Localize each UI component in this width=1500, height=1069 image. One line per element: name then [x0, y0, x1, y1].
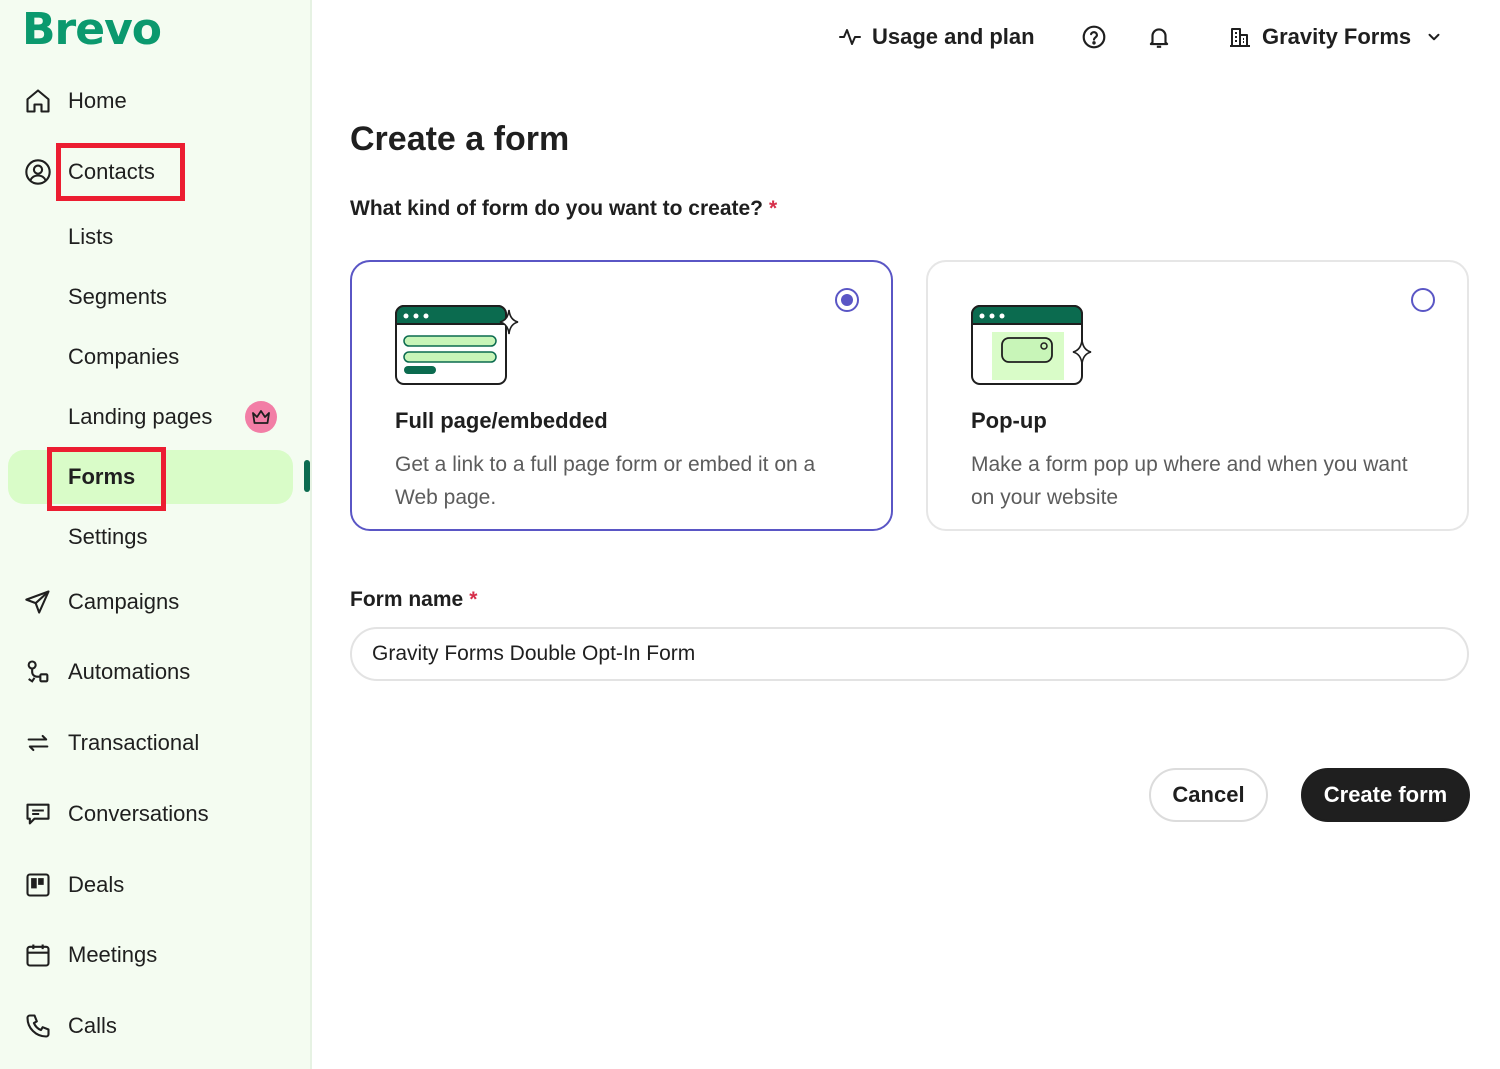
- sidebar-item-label: Campaigns: [68, 589, 180, 614]
- sidebar-item-conversations[interactable]: Conversations: [0, 789, 300, 839]
- option-title: Pop-up: [971, 408, 1047, 433]
- option-description: Make a form pop up where and when you wa…: [971, 453, 1408, 509]
- sidebar-item-home[interactable]: Home: [0, 76, 300, 126]
- required-mark: *: [769, 197, 778, 220]
- sidebar-item-label: Meetings: [68, 942, 158, 967]
- phone-icon: [22, 1010, 54, 1042]
- paper-plane-icon: [22, 586, 54, 618]
- help-icon: [1082, 25, 1106, 49]
- option-title: Full page/embedded: [395, 408, 608, 433]
- sidebar-item-meetings[interactable]: Meetings: [0, 930, 300, 980]
- sidebar-item-deals[interactable]: Deals: [0, 860, 300, 910]
- usage-and-plan-label: Usage and plan: [872, 24, 1035, 49]
- calendar-icon: [22, 939, 54, 971]
- sidebar-item-label: Transactional: [68, 730, 200, 755]
- sidebar-item-forms[interactable]: Forms: [8, 450, 293, 504]
- crown-icon: [245, 401, 277, 433]
- account-label: Gravity Forms: [1262, 24, 1412, 49]
- account-switcher[interactable]: Gravity Forms: [1228, 20, 1443, 54]
- required-mark: *: [469, 588, 478, 611]
- kanban-icon: [22, 869, 54, 901]
- sidebar-item-label: Automations: [68, 659, 191, 684]
- sidebar-item-label: Segments: [68, 284, 168, 309]
- form-name-input[interactable]: [350, 627, 1469, 681]
- page-title: Create a form: [350, 120, 570, 158]
- sidebar-item-campaigns[interactable]: Campaigns: [0, 577, 300, 627]
- sidebar-item-label: Contacts: [68, 159, 155, 184]
- question-text: What kind of form do you want to create?: [350, 197, 764, 220]
- sidebar-item-companies[interactable]: Companies: [0, 332, 300, 382]
- sidebar-item-calls[interactable]: Calls: [0, 1001, 300, 1051]
- notifications-button[interactable]: [1146, 20, 1182, 54]
- active-indicator: [304, 460, 310, 492]
- usage-and-plan-button[interactable]: Usage and plan: [838, 20, 1035, 54]
- sidebar-item-landing-pages[interactable]: Landing pages: [0, 392, 300, 442]
- form-name-label: Form name *: [350, 588, 477, 612]
- sidebar-item-lists[interactable]: Lists: [0, 212, 300, 262]
- option-description: Get a link to a full page form or embed …: [395, 453, 816, 509]
- sidebar-item-label: Landing pages: [68, 404, 213, 429]
- full-page-form-illustration: [395, 305, 519, 385]
- bell-icon: [1149, 28, 1169, 48]
- sidebar-item-contacts[interactable]: Contacts: [0, 147, 300, 197]
- option-radio-popup[interactable]: [1411, 288, 1435, 312]
- sidebar-item-label: Home: [68, 88, 127, 113]
- sidebar-item-automations[interactable]: Automations: [0, 647, 300, 697]
- sidebar-item-label: Conversations: [68, 801, 209, 826]
- sidebar-item-label: Forms: [68, 464, 136, 489]
- cancel-button[interactable]: Cancel: [1149, 768, 1268, 822]
- activity-icon: [839, 29, 861, 45]
- chevron-down-icon: [1428, 33, 1440, 41]
- user-circle-icon: [22, 156, 54, 188]
- sidebar-item-label: Lists: [68, 224, 114, 249]
- brevo-logo[interactable]: Brevo: [22, 4, 162, 55]
- sidebar-item-segments[interactable]: Segments: [0, 272, 300, 322]
- sidebar-item-settings[interactable]: Settings: [0, 512, 300, 562]
- popup-form-illustration: [971, 305, 1092, 385]
- sidebar: Brevo Home Contacts Lists Segments Compa…: [0, 0, 312, 1069]
- help-button[interactable]: [1081, 20, 1117, 54]
- automation-icon: [22, 656, 54, 688]
- sidebar-item-label: Deals: [68, 872, 125, 897]
- radio-selected-dot: [841, 294, 853, 306]
- create-form-button[interactable]: Create form: [1301, 768, 1470, 822]
- option-radio-full-page[interactable]: [835, 288, 859, 312]
- option-card-full-page[interactable]: Full page/embedded Get a link to a full …: [350, 260, 893, 531]
- sidebar-item-label: Calls: [68, 1013, 117, 1038]
- building-icon: [1230, 28, 1250, 47]
- arrows-exchange-icon: [22, 727, 54, 759]
- sidebar-item-label: Companies: [68, 344, 180, 369]
- option-card-popup[interactable]: Pop-up Make a form pop up where and when…: [926, 260, 1469, 531]
- home-icon: [22, 85, 54, 117]
- chat-icon: [22, 798, 54, 830]
- form-type-question: What kind of form do you want to create?…: [350, 197, 777, 221]
- form-name-label-text: Form name: [350, 588, 464, 611]
- sidebar-item-transactional[interactable]: Transactional: [0, 718, 300, 768]
- sidebar-item-label: Settings: [68, 524, 148, 549]
